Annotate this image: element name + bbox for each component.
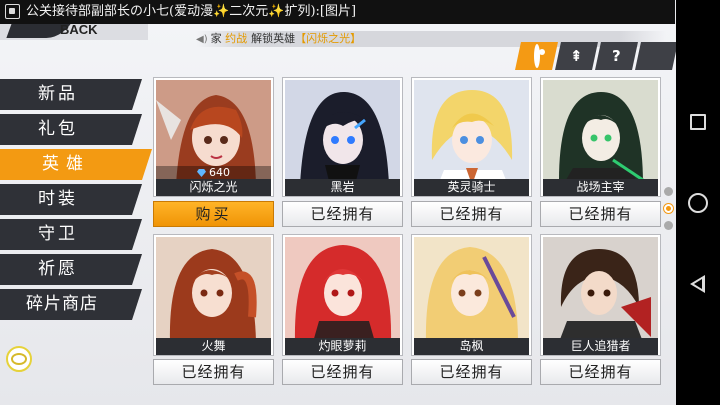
- notification-text: 公关接待部副部长の小七(爱动漫✨二次元✨扩列):[图片]: [26, 4, 357, 19]
- shop-tabs: ⇞ ?: [515, 42, 676, 70]
- announcement-tag: 约战: [225, 32, 248, 45]
- category-menu: 新品 礼包 英雄 时装 守卫 祈愿 碎片商店: [0, 79, 152, 324]
- hero-card[interactable]: 灼眼萝莉: [282, 234, 403, 356]
- announcement-text: 解锁英雄: [251, 32, 296, 45]
- sword-icon: ⇞: [570, 47, 583, 65]
- hero-card[interactable]: 战场主宰: [540, 77, 661, 197]
- owned-button[interactable]: 已经拥有: [282, 201, 403, 227]
- hero-name: 火舞: [156, 338, 271, 355]
- menu-item-wish[interactable]: 祈愿: [0, 254, 142, 285]
- ring-icon: [533, 44, 540, 68]
- game-shop-screen: BACK ◀) 家 约战 解锁英雄【闪烁之光】 ⇞ ? 新品 礼包 英雄 时装 守卫…: [0, 24, 676, 405]
- tab-help[interactable]: ?: [595, 42, 638, 70]
- hero-name: 黑岩: [285, 179, 400, 196]
- menu-item-fashion[interactable]: 时装: [0, 184, 142, 215]
- owned-button[interactable]: 已经拥有: [540, 201, 661, 227]
- hero-portrait: [285, 237, 400, 340]
- hero-name: 闪烁之光: [156, 179, 271, 196]
- speaker-icon: ◀): [196, 34, 208, 45]
- hero-card[interactable]: 巨人追猎者: [540, 234, 661, 356]
- hero-portrait: [414, 237, 529, 340]
- hero-card[interactable]: 黑岩: [282, 77, 403, 197]
- question-icon: ?: [612, 47, 621, 65]
- owned-button[interactable]: 已经拥有: [540, 359, 661, 385]
- announcement-hero: 【闪烁之光】: [295, 32, 362, 45]
- hero-name: 巨人追猎者: [543, 338, 658, 355]
- android-nav-bar: [676, 0, 720, 405]
- back-nav-icon[interactable]: [690, 275, 705, 293]
- hero-card[interactable]: 岛枫: [411, 234, 532, 356]
- page-indicator: [664, 187, 674, 238]
- hero-name: 岛枫: [414, 338, 529, 355]
- hero-portrait: [285, 80, 400, 185]
- owned-button[interactable]: 已经拥有: [411, 201, 532, 227]
- back-button[interactable]: BACK: [60, 24, 98, 38]
- hero-name: 灼眼萝莉: [285, 338, 400, 355]
- back-bar: BACK: [0, 24, 148, 40]
- hero-card[interactable]: 火舞: [153, 234, 274, 356]
- app-notification-icon: [5, 4, 20, 19]
- owned-button[interactable]: 已经拥有: [411, 359, 532, 385]
- tab-shield[interactable]: [635, 42, 676, 70]
- owned-button[interactable]: 已经拥有: [282, 359, 403, 385]
- tab-sword[interactable]: ⇞: [555, 42, 598, 70]
- hero-portrait: [414, 80, 529, 185]
- page-dot-active[interactable]: [664, 204, 673, 213]
- hero-price: 640: [156, 166, 271, 179]
- page-dot[interactable]: [664, 187, 673, 196]
- menu-item-new[interactable]: 新品: [0, 79, 142, 110]
- menu-item-heroes[interactable]: 英雄: [0, 149, 152, 180]
- hero-price-value: 640: [209, 166, 230, 179]
- recent-apps-icon[interactable]: [690, 114, 706, 130]
- buy-button[interactable]: 购买: [153, 201, 274, 227]
- home-icon[interactable]: [688, 193, 708, 213]
- owned-button[interactable]: 已经拥有: [153, 359, 274, 385]
- hero-portrait: [156, 237, 271, 340]
- hero-card[interactable]: 英灵骑士: [411, 77, 532, 197]
- menu-item-fragment-shop[interactable]: 碎片商店: [0, 289, 142, 320]
- tab-ring[interactable]: [515, 42, 558, 70]
- hero-name: 战场主宰: [543, 179, 658, 196]
- hero-portrait: [543, 237, 658, 340]
- menu-item-guardian[interactable]: 守卫: [0, 219, 142, 250]
- hero-portrait: [543, 80, 658, 185]
- menu-item-gift-pack[interactable]: 礼包: [0, 114, 142, 145]
- notification-bar[interactable]: 公关接待部副部长の小七(爱动漫✨二次元✨扩列):[图片]: [0, 0, 675, 24]
- corner-logo-icon[interactable]: [6, 346, 32, 372]
- hero-name: 英灵骑士: [414, 179, 529, 196]
- page-dot[interactable]: [664, 221, 673, 230]
- announcement-sender: 家: [210, 32, 222, 45]
- diamond-icon: [197, 169, 206, 177]
- hero-card[interactable]: 640 闪烁之光: [153, 77, 274, 197]
